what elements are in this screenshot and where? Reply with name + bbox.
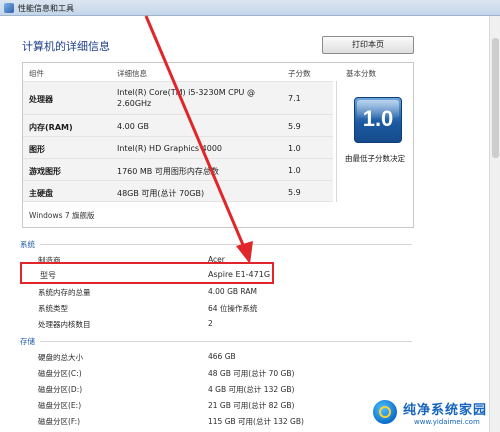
column-divider [336, 81, 337, 202]
watermark-logo-icon [371, 398, 399, 426]
prop-label-memory: 系统内存的总量 [38, 288, 91, 297]
scrollbar-thumb[interactable] [492, 38, 499, 158]
prop-label-partition-c: 磁盘分区(C:) [38, 369, 82, 378]
section-divider [40, 341, 412, 342]
header-component: 组件 [29, 69, 44, 78]
row-detail: Intel(R) Core(TM) i5-3230M CPU @ [117, 88, 255, 97]
section-divider [40, 244, 412, 245]
header-basescore: 基本分数 [346, 69, 376, 78]
prop-value-partition-f: 115 GB 可用(总计 132 GB) [208, 417, 304, 426]
prop-value-cores: 2 [208, 319, 213, 328]
window-title: 性能信息和工具 [18, 4, 74, 13]
prop-label-partition-d: 磁盘分区(D:) [38, 385, 83, 394]
prop-value-partition-d: 4 GB 可用(总计 132 GB) [208, 385, 295, 394]
header-detail: 详细信息 [117, 69, 147, 78]
row-detail: 1760 MB 可用图形内存总数 [117, 167, 219, 176]
watermark-logo-ring [379, 406, 391, 418]
prop-label-cores: 处理器内核数目 [38, 320, 91, 329]
prop-label-partition-f: 磁盘分区(F:) [38, 417, 81, 426]
table-row-ram: 内存(RAM) 4.00 GB 5.9 [23, 114, 333, 136]
row-subscore: 5.9 [288, 122, 301, 131]
window-titlebar: 性能信息和工具 [0, 0, 500, 16]
base-score-caption: 由最低子分数决定 [345, 154, 405, 163]
prop-value-memory: 4.00 GB RAM [208, 287, 257, 296]
row-subscore: 7.1 [288, 94, 301, 103]
print-page-button[interactable]: 打印本页 [322, 36, 414, 54]
prop-value-partition-c: 48 GB 可用(总计 70 GB) [208, 369, 295, 378]
row-subscore: 1.0 [288, 166, 301, 175]
row-component: 图形 [29, 145, 45, 154]
table-row-gaming-graphics: 游戏图形 1760 MB 可用图形内存总数 1.0 [23, 158, 333, 180]
model-highlight-box [20, 262, 274, 284]
table-row-graphics: 图形 Intel(R) HD Graphics 4000 1.0 [23, 136, 333, 158]
row-component: 主硬盘 [29, 189, 53, 198]
row-detail: 48GB 可用(总计 70GB) [117, 189, 205, 198]
row-component: 游戏图形 [29, 167, 61, 176]
windows-edition: Windows 7 旗舰版 [29, 211, 95, 220]
row-detail-line2: 2.60GHz [117, 99, 152, 108]
row-subscore: 1.0 [288, 144, 301, 153]
section-storage: 存储 [20, 337, 35, 346]
row-detail: 4.00 GB [117, 122, 150, 131]
base-score-tile: 1.0 [354, 97, 402, 143]
prop-value-disk-total: 466 GB [208, 352, 236, 361]
table-row-cpu: 处理器 Intel(R) Core(TM) i5-3230M CPU @ 2.6… [23, 81, 333, 114]
prop-label-disk-total: 硬盘的总大小 [38, 353, 83, 362]
prop-label-partition-e: 磁盘分区(E:) [38, 401, 82, 410]
page-title: 计算机的详细信息 [22, 40, 110, 53]
prop-label-system-type: 系统类型 [38, 304, 68, 313]
performance-app-icon [4, 3, 14, 13]
prop-value-system-type: 64 位操作系统 [208, 304, 258, 313]
vertical-scrollbar[interactable] [489, 16, 500, 432]
row-detail: Intel(R) HD Graphics 4000 [117, 144, 223, 153]
table-row-primary-disk: 主硬盘 48GB 可用(总计 70GB) 5.9 [23, 180, 333, 202]
header-subscore: 子分数 [288, 69, 311, 78]
row-subscore: 5.9 [288, 188, 301, 197]
section-system: 系统 [20, 240, 35, 249]
prop-value-partition-e: 21 GB 可用(总计 82 GB) [208, 401, 295, 410]
watermark-url: www.yidaimei.com [414, 418, 480, 426]
row-component: 处理器 [29, 95, 53, 104]
row-component: 内存(RAM) [29, 123, 73, 132]
details-table: 组件 详细信息 子分数 基本分数 处理器 Intel(R) Core(TM) i… [22, 62, 414, 228]
base-score-value: 1.0 [362, 106, 394, 131]
watermark-name: 纯净系统家园 [403, 403, 488, 418]
